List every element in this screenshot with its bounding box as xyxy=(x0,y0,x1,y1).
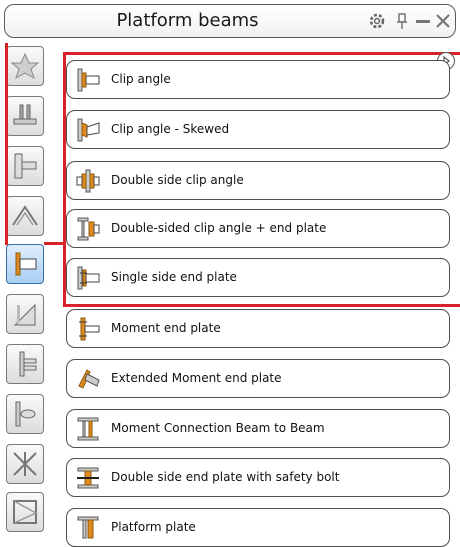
connection-item-moment-end-plate[interactable]: Moment end plate xyxy=(66,309,450,348)
sidebar-item-purlins[interactable] xyxy=(6,294,44,334)
close-icon[interactable] xyxy=(433,11,453,31)
sidebar-item-base-plates[interactable] xyxy=(6,96,44,136)
single-end-plate-icon xyxy=(77,266,100,290)
connection-item-moment-beam-to-beam[interactable]: Moment Connection Beam to Beam xyxy=(66,409,450,448)
pin-icon[interactable] xyxy=(392,11,412,31)
connection-label: Clip angle xyxy=(111,72,171,86)
bracing-icon xyxy=(12,205,38,226)
connection-label: Extended Moment end plate xyxy=(111,371,282,385)
column-splice-icon xyxy=(19,351,37,377)
connection-item-single-side-end-plate[interactable]: Single side end plate xyxy=(66,258,450,297)
double-clip-angle-icon xyxy=(76,169,100,193)
connection-label: Double side end plate with safety bolt xyxy=(111,470,340,484)
connection-item-double-clip-end-plate[interactable]: Double-sided clip angle + end plate xyxy=(66,209,450,248)
double-clip-end-plate-icon xyxy=(77,217,100,241)
connection-label: Double side clip angle xyxy=(111,173,244,187)
moment-end-plate-icon xyxy=(79,317,100,341)
connection-label: Moment end plate xyxy=(111,321,221,335)
gear-icon[interactable] xyxy=(367,11,387,31)
sidebar-item-favorites[interactable] xyxy=(6,46,44,86)
title-bar: Platform beams xyxy=(4,4,456,38)
panel-title: Platform beams xyxy=(116,10,259,31)
beam-column-icon xyxy=(14,153,37,179)
connection-label: Single side end plate xyxy=(111,270,237,284)
connection-item-platform-plate[interactable]: Platform plate xyxy=(66,508,450,547)
moment-beam-beam-icon xyxy=(77,417,99,441)
purlin-icon xyxy=(13,303,36,326)
connection-label: Clip angle - Skewed xyxy=(111,122,230,136)
connection-label: Moment Connection Beam to Beam xyxy=(111,421,325,435)
clip-angle-icon xyxy=(77,68,100,92)
sidebar-item-column-splices[interactable] xyxy=(6,344,44,384)
pipe-icon xyxy=(15,401,36,427)
frame-icon xyxy=(13,500,38,524)
connection-item-clip-angle-skewed[interactable]: Clip angle - Skewed xyxy=(66,110,450,149)
sidebar-item-frames[interactable] xyxy=(6,492,44,532)
clip-angle-skewed-icon xyxy=(77,118,100,142)
extended-moment-plate-icon xyxy=(78,369,100,389)
sidebar-item-beam-to-column[interactable] xyxy=(6,146,44,186)
connection-label: Platform plate xyxy=(111,520,196,534)
platform-beam-icon xyxy=(15,252,37,276)
connection-item-clip-angle[interactable]: Clip angle xyxy=(66,60,450,99)
connection-item-double-side-clip-angle[interactable]: Double side clip angle xyxy=(66,161,450,200)
star-icon xyxy=(10,52,40,80)
safety-bolt-plate-icon xyxy=(77,467,99,489)
connection-item-safety-bolt-end-plate[interactable]: Double side end plate with safety bolt xyxy=(66,458,450,497)
minimize-icon[interactable] xyxy=(413,11,433,31)
connection-label: Double-sided clip angle + end plate xyxy=(111,221,327,235)
sidebar-item-bracing[interactable] xyxy=(6,196,44,236)
connection-item-extended-moment-end-plate[interactable]: Extended Moment end plate xyxy=(66,359,450,398)
base-plate-icon xyxy=(13,104,37,125)
platform-plate-icon xyxy=(77,516,99,539)
sidebar-item-platform-beams[interactable] xyxy=(6,244,44,284)
sidebar-item-trusses[interactable] xyxy=(6,444,44,484)
sidebar-item-pipes[interactable] xyxy=(6,394,44,434)
truss-icon xyxy=(13,452,37,476)
